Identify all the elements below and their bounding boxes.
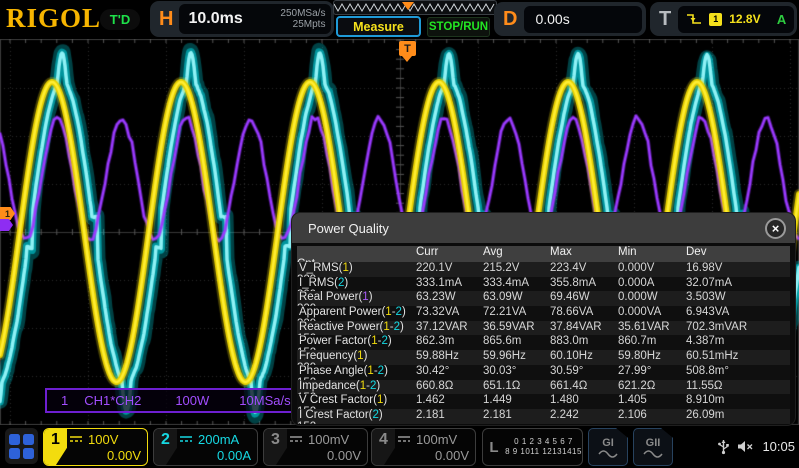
channel3-offset: 0.00V [289, 448, 361, 463]
top-bar: RIGOL T'D H 10.0ms 250MSa/s 25Mpts Measu… [0, 0, 799, 39]
channel4-offset: 0.00V [397, 448, 469, 463]
channel4-scale: 100mV [416, 432, 457, 447]
usb-icon [718, 438, 729, 455]
acquisition-info: 250MSa/s 25Mpts [280, 8, 325, 30]
pq-header-row: Curr Avg Max Min Dev Cnt [297, 246, 790, 262]
channel3-box[interactable]: 3 100mV 0.00V [263, 428, 368, 466]
trigger-flag-tail [402, 56, 412, 62]
measure-button[interactable]: Measure [336, 16, 421, 37]
oscilloscope-screen: RIGOL T'D H 10.0ms 250MSa/s 25Mpts Measu… [0, 0, 799, 468]
math-number: 1 [61, 393, 68, 408]
sine-wave-icon [598, 449, 618, 458]
timebase-display: 10.0ms 250MSa/s 25Mpts [179, 4, 331, 34]
pq-table: Curr Avg Max Min Dev Cnt V_RMS(1)220.1V2… [297, 246, 790, 424]
channel4-number: 4 [372, 429, 395, 465]
channel3-number: 3 [264, 429, 287, 465]
speaker-muted-icon [737, 440, 754, 453]
channel2-number: 2 [154, 429, 177, 465]
timebase-value: 10.0ms [188, 10, 242, 28]
dc-coupling-icon [289, 435, 303, 443]
math-expression: CH1*CH2 [84, 393, 141, 408]
bottom-bar: 1 100V 0.00V 2 200mA 0.00A 3 [0, 425, 799, 468]
delay-value: 0.00s [524, 6, 642, 33]
dc-coupling-icon [179, 435, 193, 443]
channel1-number: 1 [44, 429, 67, 465]
pq-row: Impedance(1-2)660.8Ω651.1Ω661.4Ω621.2Ω11… [297, 380, 790, 395]
clock-time: 10:05 [762, 439, 795, 454]
logic-channels-box[interactable]: L 0 1 2 3 4 5 6 7 8 9 1011 12131415 [482, 428, 583, 466]
sample-rate: 250MSa/s [280, 8, 325, 19]
pq-col-min: Min [618, 246, 686, 258]
logic-label: L [483, 439, 505, 456]
close-icon[interactable]: × [765, 218, 786, 239]
pq-col-dev: Dev [686, 246, 790, 258]
horizontal-label: H [150, 8, 179, 31]
pq-row: V Crest Factor(1)1.4621.4491.4801.4058.9… [297, 394, 790, 409]
channel2-box[interactable]: 2 200mA 0.00A [153, 428, 258, 466]
trigger-label: T [650, 8, 678, 31]
pq-row: Power Factor(1-2)862.3m865.6m883.0m860.7… [297, 335, 790, 350]
delay-label: D [494, 8, 524, 31]
pq-row: Apparent Power(1-2)73.32VA72.21VA78.66VA… [297, 306, 790, 321]
trigger-position-flag[interactable]: T [399, 41, 416, 63]
dc-coupling-icon [397, 435, 411, 443]
horizontal-block[interactable]: H 10.0ms 250MSa/s 25Mpts [150, 1, 334, 37]
dc-coupling-icon [69, 435, 83, 443]
pq-row: Reactive Power(1-2)37.12VAR36.59VAR37.84… [297, 321, 790, 336]
logic-row-2: 8 9 1011 12131415 [505, 447, 582, 457]
pq-table-body: V_RMS(1)220.1V215.2V223.4V0.000V16.98V32… [297, 262, 790, 424]
delay-block[interactable]: D 0.00s [494, 2, 646, 36]
menu-grid-icon[interactable] [5, 428, 38, 464]
pq-row: Frequency(1)59.88Hz59.96Hz60.10Hz59.80Hz… [297, 350, 790, 365]
trigger-block[interactable]: T 1 12.8V A [650, 2, 797, 36]
stop-run-button[interactable]: STOP/RUN [427, 17, 490, 37]
generator1-box[interactable]: GI [588, 428, 628, 466]
trigger-mode: A [777, 12, 786, 27]
power-quality-dialog: Power Quality × Curr Avg Max Min Dev Cnt… [292, 213, 795, 425]
pq-row: Real Power(1)63.23W63.09W69.46W0.000W3.5… [297, 291, 790, 306]
dialog-title: Power Quality [292, 221, 389, 236]
memory-waveform-preview [334, 1, 496, 14]
pq-col-avg: Avg [483, 246, 550, 258]
pq-row: V_RMS(1)220.1V215.2V223.4V0.000V16.98V32… [297, 262, 790, 277]
generator1-label: GI [602, 437, 614, 449]
trigger-position-strip-marker [402, 2, 414, 10]
generator2-label: GII [646, 437, 661, 449]
falling-edge-icon [686, 13, 702, 25]
generator2-box[interactable]: GII [633, 428, 673, 466]
rigol-logo: RIGOL [6, 3, 101, 34]
pq-row: I_RMS(2)333.1mA333.4mA355.8mA0.000A32.07… [297, 277, 790, 292]
channel2-scale: 200mA [198, 432, 239, 447]
channel1-offset: 0.00V [69, 448, 141, 463]
status-area: 10:05 [718, 425, 795, 468]
channel1-box[interactable]: 1 100V 0.00V [43, 428, 148, 466]
math-channel-label[interactable]: 1 CH1*CH2 100W 10MSa/s [45, 388, 294, 413]
trigger-source-badge: 1 [709, 13, 722, 26]
pq-row: Phase Angle(1-2)30.42°30.03°30.59°27.99°… [297, 365, 790, 380]
math-scale: 100W [175, 393, 209, 408]
pq-col-curr: Curr [416, 246, 483, 258]
memory-position-strip[interactable] [333, 0, 497, 15]
channel2-offset: 0.00A [179, 448, 251, 463]
trigger-level-value: 12.8V [729, 12, 760, 26]
sine-wave-icon [643, 449, 663, 458]
trigger-display: 1 12.8V A [678, 6, 794, 33]
math-sample-rate: 10MSa/s [239, 393, 290, 408]
dialog-title-bar: Power Quality × [292, 213, 795, 243]
pq-row: I Crest Factor(2)2.1812.1812.2422.10626.… [297, 409, 790, 424]
channel4-box[interactable]: 4 100mV 0.00V [371, 428, 476, 466]
logic-digit-rows: 0 1 2 3 4 5 6 7 8 9 1011 12131415 [505, 437, 582, 457]
memory-depth: 25Mpts [293, 19, 326, 30]
pq-col-max: Max [550, 246, 618, 258]
channel1-scale: 100V [88, 432, 118, 447]
channel3-scale: 100mV [308, 432, 349, 447]
trigger-status-badge: T'D [100, 9, 140, 30]
logic-row-1: 0 1 2 3 4 5 6 7 [505, 437, 582, 447]
